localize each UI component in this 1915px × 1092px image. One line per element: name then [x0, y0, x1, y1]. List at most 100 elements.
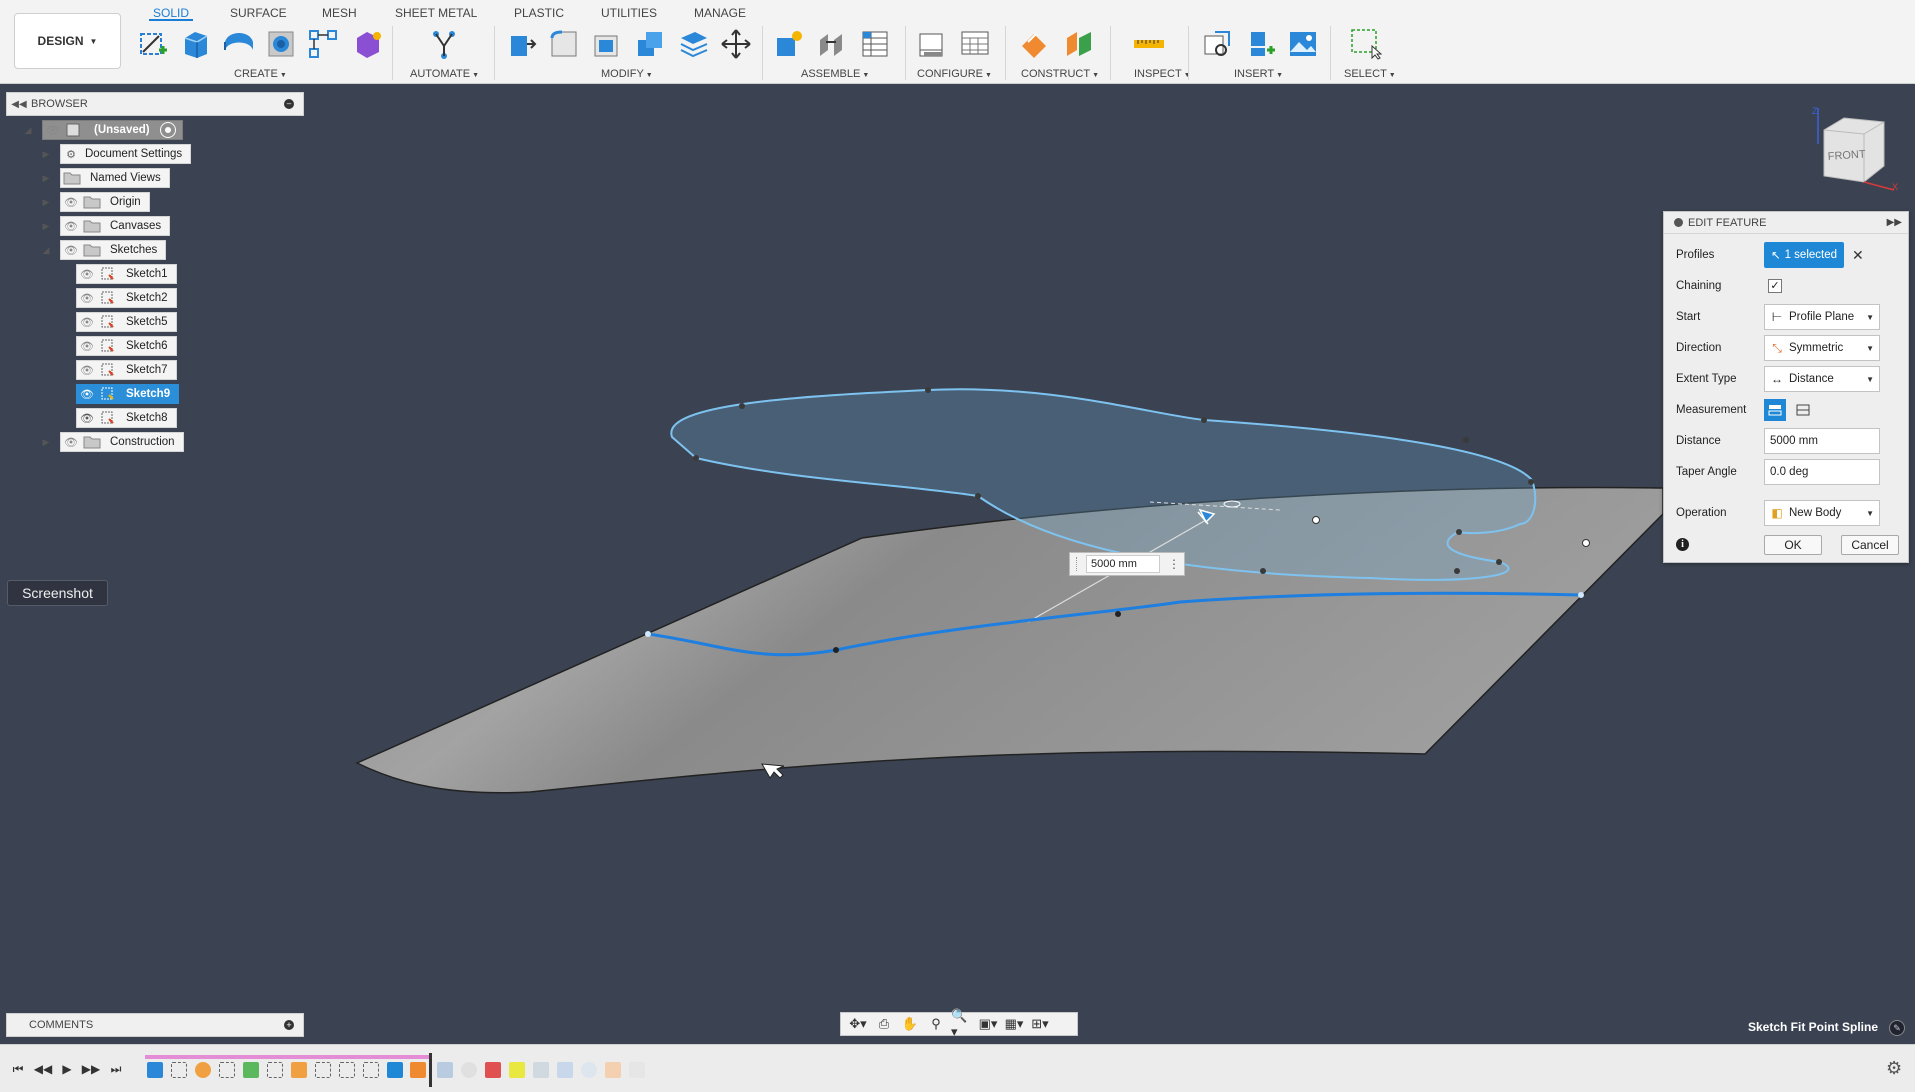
activate-radio-icon[interactable]	[159, 122, 176, 138]
expand-arrow-icon[interactable]: ▶	[40, 173, 52, 184]
tree-item-document-settings[interactable]: ▶ ⚙ Document Settings	[40, 144, 192, 164]
timeline-feature-error[interactable]	[485, 1062, 501, 1078]
timeline-feature-sketch[interactable]	[171, 1062, 187, 1078]
rectangular-pattern-icon[interactable]	[305, 26, 341, 62]
tree-item-sketch[interactable]: 👁 Sketch8	[76, 408, 177, 428]
tab-manage[interactable]: MANAGE	[690, 5, 750, 21]
hidden-eye-icon[interactable]: 👁	[77, 340, 97, 353]
next-step-icon[interactable]: ▶▶	[81, 1061, 101, 1077]
shell-icon[interactable]	[589, 26, 625, 62]
timeline-feature-form[interactable]	[291, 1062, 307, 1078]
tab-sheet-metal[interactable]: SHEET METAL	[391, 5, 481, 21]
measurement-option-1-icon[interactable]	[1764, 399, 1786, 421]
tree-root[interactable]: ◢ 👁 (Unsaved)	[22, 120, 183, 140]
pan-icon[interactable]: ✋	[899, 1015, 921, 1033]
visibility-eye-icon[interactable]: 👁	[61, 244, 81, 257]
info-icon[interactable]: i	[1676, 538, 1689, 551]
more-options-icon[interactable]: ⋮	[1168, 557, 1180, 571]
bill-of-materials-icon[interactable]	[857, 26, 893, 62]
chaining-checkbox[interactable]: ✓	[1768, 279, 1782, 293]
measurement-option-2-icon[interactable]	[1792, 399, 1814, 421]
hidden-eye-icon[interactable]: 👁	[77, 364, 97, 377]
tab-mesh[interactable]: MESH	[318, 5, 361, 21]
select-menu[interactable]: SELECT ▼	[1344, 68, 1396, 80]
tree-item-sketch[interactable]: 👁 Sketch6	[76, 336, 177, 356]
timeline-feature-warning[interactable]	[509, 1062, 525, 1078]
timeline-feature-suppressed[interactable]	[461, 1062, 477, 1078]
viewport-canvas[interactable]	[0, 84, 1915, 1044]
fillet-icon[interactable]	[546, 26, 582, 62]
timeline-feature-sketch-active[interactable]	[387, 1062, 403, 1078]
revolve-icon[interactable]	[221, 26, 257, 62]
tree-item-canvases[interactable]: ▶ 👁 Canvases	[40, 216, 171, 236]
create-sketch-icon[interactable]	[135, 26, 171, 62]
timeline-feature-canvas[interactable]	[147, 1062, 163, 1078]
previous-step-icon[interactable]: ◀◀	[33, 1061, 53, 1077]
new-component-icon[interactable]	[771, 26, 807, 62]
start-dropdown[interactable]: ⊢ Profile Plane ▼	[1764, 304, 1880, 330]
tree-item-sketch[interactable]: 👁 Sketch7	[76, 360, 177, 380]
timeline-marker[interactable]	[429, 1053, 432, 1087]
timeline-feature-suppressed[interactable]	[629, 1062, 645, 1078]
timeline-feature-suppressed[interactable]	[437, 1062, 453, 1078]
tree-item-named-views[interactable]: ▶ Named Views	[40, 168, 170, 188]
expand-icon[interactable]: ▶▶	[1887, 217, 1902, 228]
expand-arrow-icon[interactable]: ▶	[40, 149, 52, 160]
measure-icon[interactable]	[1131, 26, 1167, 62]
hidden-eye-icon[interactable]: 👁	[77, 316, 97, 329]
automate-menu[interactable]: AUTOMATE ▼	[410, 68, 479, 80]
visibility-eye-icon[interactable]: 👁	[61, 196, 81, 209]
visibility-eye-icon[interactable]: 👁	[43, 124, 63, 137]
tab-utilities[interactable]: UTILITIES	[597, 5, 661, 21]
visibility-eye-icon[interactable]: 👁	[61, 436, 81, 449]
modify-menu[interactable]: MODIFY ▼	[601, 68, 653, 80]
joint-icon[interactable]	[814, 26, 850, 62]
direction-dropdown[interactable]: ⤡ Symmetric ▼	[1764, 335, 1880, 361]
tab-solid[interactable]: SOLID	[149, 5, 194, 21]
orbit-icon[interactable]: ✥▾	[847, 1015, 869, 1033]
look-at-icon[interactable]: ⎙	[873, 1015, 895, 1033]
fit-icon[interactable]: 🔍▾	[951, 1008, 973, 1039]
timeline-settings-gear-icon[interactable]: ⚙	[1886, 1058, 1902, 1079]
tree-item-sketch[interactable]: 👁 Sketch5	[76, 312, 177, 332]
first-step-icon[interactable]: ⏮	[8, 1061, 28, 1077]
timeline-feature-suppressed[interactable]	[581, 1062, 597, 1078]
ok-button[interactable]: OK	[1764, 535, 1822, 555]
tab-plastic[interactable]: PLASTIC	[510, 5, 568, 21]
configure-menu[interactable]: CONFIGURE ▼	[917, 68, 992, 80]
tree-item-origin[interactable]: ▶ 👁 Origin	[40, 192, 150, 212]
offset-faces-icon[interactable]	[675, 26, 711, 62]
tree-item-sketch[interactable]: 👁 Sketch1	[76, 264, 177, 284]
edit-icon[interactable]: ✎	[1889, 1020, 1905, 1036]
insert-mesh-icon[interactable]	[1243, 26, 1279, 62]
timeline-feature-extrude[interactable]	[410, 1062, 426, 1078]
distance-field[interactable]: 5000 mm	[1764, 428, 1880, 454]
move-copy-icon[interactable]	[718, 26, 754, 62]
profiles-select-button[interactable]: ↖ 1 selected	[1764, 242, 1844, 268]
hole-icon[interactable]	[263, 26, 299, 62]
visibility-eye-icon[interactable]: 👁	[61, 220, 81, 233]
assemble-menu[interactable]: ASSEMBLE ▼	[801, 68, 869, 80]
timeline-feature-loft[interactable]	[195, 1062, 211, 1078]
timeline-feature-plane[interactable]	[243, 1062, 259, 1078]
expand-arrow-icon[interactable]: ▶	[40, 221, 52, 232]
dialog-header[interactable]: EDIT FEATURE ▶▶	[1664, 212, 1908, 234]
last-step-icon[interactable]: ⏭	[106, 1061, 126, 1077]
timeline-feature-sketch[interactable]	[315, 1062, 331, 1078]
timeline-feature-sketch[interactable]	[363, 1062, 379, 1078]
visibility-eye-icon[interactable]: 👁	[77, 412, 97, 425]
visibility-eye-icon[interactable]: 👁	[77, 388, 97, 401]
tree-item-construction[interactable]: ▶ 👁 Construction	[40, 432, 184, 452]
hidden-eye-icon[interactable]: 👁	[77, 292, 97, 305]
cancel-button[interactable]: Cancel	[1841, 535, 1899, 555]
insert-canvas-icon[interactable]	[1285, 26, 1321, 62]
distance-input-widget[interactable]: 5000 mm ⋮	[1069, 552, 1185, 576]
operation-dropdown[interactable]: ◧ New Body ▼	[1764, 500, 1880, 526]
view-cube[interactable]: Z FRONT X	[1808, 104, 1903, 194]
tree-item-sketch-selected[interactable]: 👁 Sketch9	[76, 384, 180, 404]
timeline-feature-suppressed[interactable]	[533, 1062, 549, 1078]
expand-arrow-icon[interactable]: ▶	[40, 437, 52, 448]
display-settings-icon[interactable]: ▣▾	[977, 1015, 999, 1033]
extrude-icon[interactable]	[177, 26, 213, 62]
tab-surface[interactable]: SURFACE	[226, 5, 291, 21]
